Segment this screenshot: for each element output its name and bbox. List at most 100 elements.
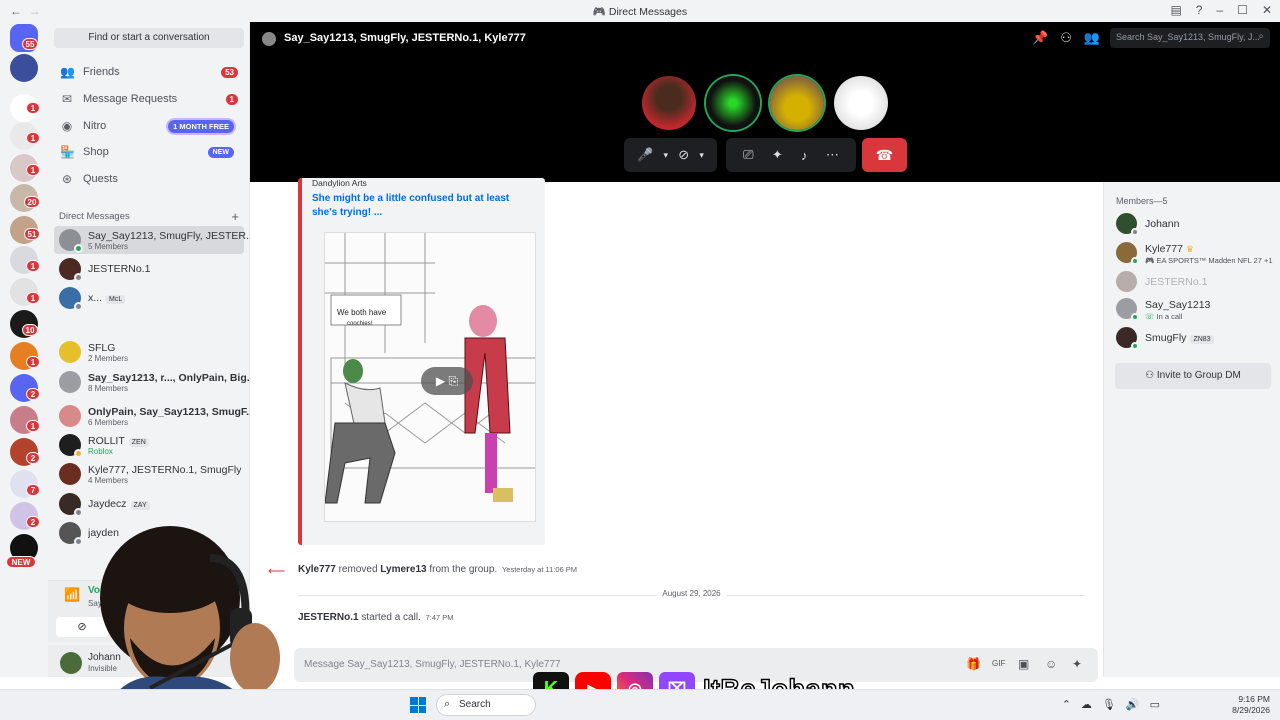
disconnect-call-button[interactable]: ☎ bbox=[862, 138, 907, 172]
call-participant-avatar[interactable] bbox=[706, 76, 760, 130]
pin-icon[interactable]: 📌 bbox=[1032, 30, 1048, 46]
volume-icon[interactable]: 🔊 bbox=[1126, 698, 1140, 711]
dm-name: Kyle777, JESTERNo.1, SmugFly bbox=[88, 463, 242, 476]
create-dm-icon[interactable]: + bbox=[231, 209, 239, 224]
dm-header: Direct Messages + bbox=[59, 209, 239, 224]
call-participant-avatar[interactable] bbox=[834, 76, 888, 130]
link-embed: Dandylion Arts She might be a little con… bbox=[298, 178, 545, 545]
dm-sub: 8 Members bbox=[88, 383, 129, 393]
avatar bbox=[1116, 298, 1139, 321]
add-friends-icon[interactable]: ⚇ bbox=[1060, 30, 1072, 46]
minimize-button[interactable]: – bbox=[1216, 3, 1223, 17]
dm-item[interactable]: Kyle777, JESTERNo.1, SmugFly 4 Members bbox=[54, 460, 244, 488]
taskbar-search[interactable]: ⌕ Search bbox=[436, 694, 536, 716]
dm-item[interactable]: SFLG 2 Members bbox=[54, 338, 244, 366]
removed-user[interactable]: Lymere13 bbox=[380, 564, 426, 575]
nav-label: Shop bbox=[83, 146, 109, 158]
nav-label: Nitro bbox=[83, 120, 107, 132]
call-participant-avatar[interactable] bbox=[770, 76, 824, 130]
search-icon: ⌕ bbox=[1258, 31, 1264, 42]
play-video-button[interactable]: ▶ ⎘ bbox=[421, 367, 473, 395]
member-item[interactable]: SmugFly ZN83 bbox=[1116, 324, 1276, 352]
embed-video-thumbnail[interactable]: We both have coochies! ▶ ⎘ bbox=[324, 232, 536, 522]
member-name-text: SmugFly bbox=[1145, 332, 1187, 344]
dm-sub: 5 Members bbox=[88, 241, 129, 251]
more-options-icon[interactable]: ⋯ bbox=[826, 147, 839, 163]
avatar bbox=[59, 287, 83, 311]
clan-tag: ZAY bbox=[130, 501, 150, 510]
apps-icon[interactable]: ✦ bbox=[1072, 657, 1082, 671]
network-icon[interactable]: ☁ bbox=[1081, 698, 1092, 711]
activities-icon[interactable]: ✦ bbox=[772, 147, 783, 163]
status-dot bbox=[1131, 228, 1139, 236]
phone-hangup-icon: ☎ bbox=[875, 147, 894, 163]
member-item[interactable]: Kyle777 ♛ 🎮 EA SPORTS™ Madden NFL 27 +1 bbox=[1116, 239, 1276, 267]
clock-time: 9:16 PM bbox=[1238, 694, 1270, 704]
member-item[interactable]: Johann bbox=[1116, 210, 1276, 238]
microphone-icon[interactable]: 🎙 bbox=[1102, 698, 1116, 711]
windows-start-icon[interactable] bbox=[410, 697, 426, 713]
nav-friends[interactable]: 👥 Friends 53 bbox=[54, 60, 244, 84]
chevron-up-icon[interactable]: ⌃ bbox=[1062, 698, 1071, 711]
call-participant-avatar[interactable] bbox=[642, 76, 696, 130]
member-name-text: Kyle777 bbox=[1145, 243, 1183, 255]
member-activity: 🎮 EA SPORTS™ Madden NFL 27 +1 bbox=[1145, 256, 1273, 265]
dm-item[interactable]: x... McL bbox=[54, 284, 244, 312]
friends-badge: 53 bbox=[221, 66, 238, 78]
server-badge: 7 bbox=[26, 484, 40, 496]
dm-name: OnlyPain, Say_Say1213, SmugF... bbox=[88, 405, 255, 418]
discord-icon: 🎮 bbox=[592, 6, 606, 18]
server-badge: 1 bbox=[26, 102, 40, 114]
avatar bbox=[59, 463, 81, 485]
dm-name: SFLG bbox=[88, 341, 116, 354]
dm-name: ROLLIT ZEN bbox=[88, 435, 149, 447]
nav-shop[interactable]: 🏪 Shop NEW bbox=[54, 140, 244, 164]
member-item[interactable]: JESTERNo.1 bbox=[1116, 268, 1276, 296]
gif-icon[interactable]: GIF bbox=[992, 659, 1005, 668]
nav-nitro[interactable]: ◉ Nitro 1 MONTH FREE bbox=[54, 114, 244, 138]
dm-item[interactable]: OnlyPain, Say_Say1213, SmugF... 6 Members bbox=[54, 402, 255, 430]
inbox-icon[interactable]: ▤ bbox=[1170, 3, 1181, 17]
chevron-down-icon[interactable]: ▾ bbox=[663, 150, 668, 161]
dm-item[interactable]: ROLLIT ZEN Roblox bbox=[54, 431, 244, 459]
find-conversation-button[interactable]: Find or start a conversation bbox=[54, 28, 244, 48]
friends-icon: 👥 bbox=[60, 65, 75, 79]
embed-title-link[interactable]: She might be a little confused but at le… bbox=[312, 192, 537, 220]
member-item[interactable]: Say_Say1213 ☏ In a call bbox=[1116, 295, 1276, 323]
invite-label: Invite to Group DM bbox=[1156, 370, 1241, 381]
close-button[interactable]: ✕ bbox=[1262, 3, 1272, 17]
camera-off-icon[interactable]: ⊘ bbox=[678, 147, 689, 163]
dm-name-text: x... bbox=[88, 292, 103, 304]
server-badge: 1 bbox=[26, 260, 40, 272]
dm-item[interactable]: Jaydecz ZAY bbox=[54, 490, 244, 518]
soundboard-icon[interactable]: ♪ bbox=[801, 148, 808, 163]
requests-badge: 1 bbox=[225, 93, 238, 105]
gift-icon[interactable]: 🎁 bbox=[966, 657, 981, 671]
dm-item[interactable]: Say_Say1213, r..., OnlyPain, Big... 8 Mem… bbox=[54, 368, 256, 396]
nav-message-requests[interactable]: ✉ Message Requests 1 bbox=[54, 87, 244, 111]
chevron-down-icon[interactable]: ▾ bbox=[699, 150, 704, 161]
screen-share-icon[interactable]: ⎚ bbox=[743, 147, 753, 163]
windows-taskbar: ⌕ Search ⌃ ☁ 🎙 🔊 ▭ 9:16 PM 8/29/2026 bbox=[0, 689, 1280, 720]
dm-item[interactable]: JESTERNo.1 bbox=[54, 255, 244, 283]
invite-to-group-button[interactable]: ⚇ Invite to Group DM bbox=[1115, 363, 1271, 389]
dm-sub: 4 Members bbox=[88, 475, 129, 485]
avatar bbox=[59, 493, 83, 517]
members-list-icon[interactable]: 👥 bbox=[1084, 30, 1100, 46]
search-input[interactable]: Search Say_Say1213, SmugFly, J... ⌕ bbox=[1110, 28, 1270, 48]
maximize-button[interactable]: ☐ bbox=[1237, 3, 1248, 17]
server-badge: 1 bbox=[26, 356, 40, 368]
emoji-icon[interactable]: ☺ bbox=[1045, 657, 1057, 671]
battery-icon[interactable]: ▭ bbox=[1150, 698, 1160, 711]
member-name: Johann bbox=[1145, 218, 1180, 230]
dm-item[interactable]: Say_Say1213, SmugFly, JESTER... 5 Members bbox=[54, 226, 255, 254]
nav-quests[interactable]: ⊛ Quests bbox=[54, 167, 244, 191]
server-icon[interactable] bbox=[10, 54, 38, 82]
taskbar-clock[interactable]: 9:16 PM 8/29/2026 bbox=[1232, 694, 1270, 716]
dm-sub: Roblox bbox=[88, 446, 113, 456]
help-icon[interactable]: ? bbox=[1196, 3, 1203, 17]
avatar bbox=[59, 229, 83, 253]
sticker-icon[interactable]: ▣ bbox=[1018, 657, 1029, 671]
member-name: Say_Say1213 bbox=[1145, 299, 1211, 311]
microphone-icon[interactable]: 🎤 bbox=[637, 147, 653, 163]
